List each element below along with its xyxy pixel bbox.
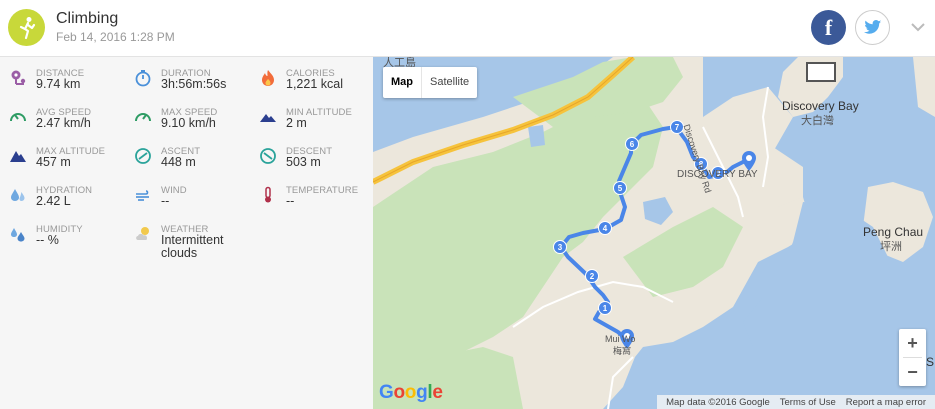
flame-icon	[259, 69, 277, 87]
stat-value: 503 m	[286, 155, 321, 169]
speedometer-icon	[9, 108, 27, 126]
expand-button[interactable]	[908, 17, 928, 37]
stat-value: 2 m	[286, 116, 307, 130]
map-data-credit: Map data ©2016 Google	[666, 396, 770, 408]
ascent-icon	[134, 147, 152, 165]
stat-value: --	[161, 194, 170, 208]
stat-value: --	[286, 194, 295, 208]
zoom-control: + −	[899, 329, 926, 386]
map-type-map-button[interactable]: Map	[383, 67, 421, 98]
pin-distance-icon	[9, 69, 27, 87]
map-label-discovery-bay-zh: 大白灣	[801, 115, 834, 127]
zoom-in-button[interactable]: +	[899, 329, 926, 357]
twitter-share-button[interactable]	[855, 10, 890, 45]
humidity-drops-icon	[9, 225, 27, 243]
activity-header: Climbing Feb 14, 2016 1:28 PM f	[0, 0, 935, 57]
map-label-mui-wo-zh: 梅窩	[613, 346, 632, 356]
route-marker[interactable]: 4	[598, 221, 612, 235]
map-label-discovery-town: DISCOVERY BAY	[677, 169, 758, 180]
stat-value: 1,221 kcal	[286, 77, 343, 91]
stat-value: Intermittent clouds	[161, 233, 224, 260]
stat-value: 2.42 L	[36, 194, 71, 208]
water-drops-icon	[9, 186, 27, 204]
map-label-discovery-bay: Discovery Bay	[782, 99, 859, 113]
route-marker[interactable]: 1	[598, 301, 612, 315]
map-label-mui-wo: Mui Wo	[605, 334, 636, 344]
map-label-edge: S	[926, 355, 935, 369]
map-type-satellite-button[interactable]: Satellite	[421, 67, 477, 98]
map-type-toggle: Map Satellite	[383, 67, 478, 98]
stat-value: 448 m	[161, 155, 196, 169]
stat-value: -- %	[36, 233, 59, 247]
route-marker[interactable]: 6	[625, 137, 639, 151]
facebook-share-button[interactable]: f	[811, 10, 846, 45]
stopwatch-icon	[134, 69, 152, 87]
stats-panel: DISTANCE 9.74 km DURATION 3h:56m:56s CAL…	[0, 57, 373, 409]
facebook-icon: f	[824, 14, 833, 40]
activity-datetime: Feb 14, 2016 1:28 PM	[56, 30, 175, 44]
stat-value: 3h:56m:56s	[161, 77, 227, 91]
stat-value: 9.10 km/h	[161, 116, 216, 130]
terms-of-use-link[interactable]: Terms of Use	[780, 397, 836, 408]
twitter-icon	[863, 20, 881, 34]
climbing-icon	[8, 9, 45, 46]
route-marker[interactable]: 2	[585, 269, 599, 283]
descent-icon	[259, 147, 277, 165]
mountain-max-icon	[9, 147, 27, 165]
zoom-out-button[interactable]: −	[899, 358, 926, 386]
route-marker[interactable]: 3	[553, 240, 567, 254]
fullscreen-button[interactable]	[806, 62, 836, 82]
report-map-error-link[interactable]: Report a map error	[846, 397, 926, 408]
stat-value: 457 m	[36, 155, 71, 169]
route-map[interactable]: 1 2 3 4 5 6 7 8 9 人工島 Discovery Bay 大白灣 …	[373, 57, 935, 409]
thermometer-icon	[259, 186, 277, 204]
map-label-peng-chau: Peng Chau	[863, 225, 924, 239]
activity-title: Climbing	[56, 10, 119, 27]
stat-value: 2.47 km/h	[36, 116, 91, 130]
wind-icon	[134, 186, 152, 204]
stat-value: 9.74 km	[36, 77, 81, 91]
mountain-min-icon	[259, 108, 277, 126]
weather-cloud-icon	[134, 225, 152, 243]
google-logo[interactable]: Google	[379, 382, 443, 404]
route-marker[interactable]: 5	[613, 181, 627, 195]
speedometer-max-icon	[134, 108, 152, 126]
map-label-peng-chau-zh: 坪洲	[880, 241, 902, 253]
map-attribution: Map data ©2016 Google Terms of Use Repor…	[657, 395, 935, 409]
chevron-down-icon	[911, 22, 925, 31]
